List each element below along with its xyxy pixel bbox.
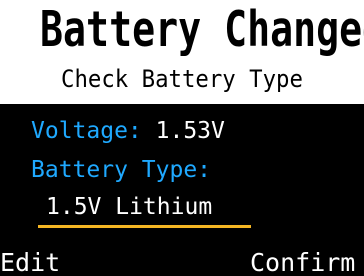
voltage-label: Voltage: [31, 118, 142, 144]
battery-type-selector[interactable]: 1.5V Lithium [46, 193, 212, 221]
page-title: Battery Changed [40, 1, 364, 58]
battery-type-label: Battery Type: [31, 157, 212, 183]
page-subtitle: Check Battery Type [61, 65, 303, 93]
confirm-button[interactable]: Confirm [250, 248, 355, 276]
header-banner: Battery Changed Check Battery Type [0, 0, 364, 104]
voltage-row: Voltage: 1.53V [31, 117, 225, 145]
voltage-value: 1.53V [155, 118, 225, 144]
edit-button[interactable]: Edit [0, 248, 60, 276]
selection-underline [38, 225, 251, 228]
device-screen: Battery Changed Check Battery Type Volta… [0, 0, 364, 276]
